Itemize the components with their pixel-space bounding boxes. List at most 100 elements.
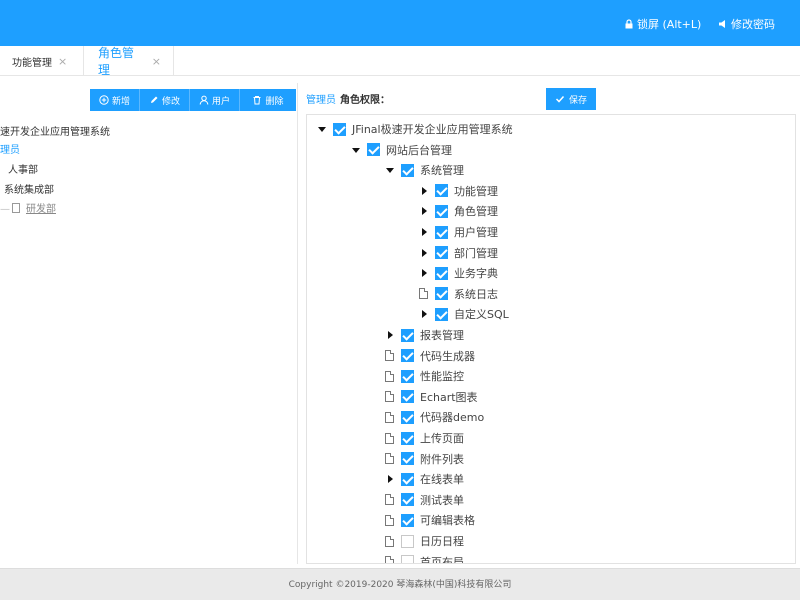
caret-right-icon[interactable] xyxy=(419,186,429,196)
tree-checkbox[interactable] xyxy=(401,555,414,563)
tree-checkbox[interactable] xyxy=(401,328,414,342)
tree-node-label: 日历日程 xyxy=(420,535,464,548)
caret-down-icon[interactable] xyxy=(351,145,361,155)
caret-right-icon[interactable] xyxy=(419,268,429,278)
tree-checkbox[interactable] xyxy=(401,349,414,363)
tree-node[interactable]: 在线表单 xyxy=(385,471,464,487)
tree-checkbox[interactable] xyxy=(401,534,414,548)
change-password-button[interactable]: 修改密码 xyxy=(718,16,775,32)
tree-node[interactable]: 附件列表 xyxy=(385,451,464,467)
pencil-icon xyxy=(150,96,158,103)
tree-node[interactable]: 部门管理 xyxy=(419,245,498,261)
caret-down-icon[interactable] xyxy=(385,165,395,175)
check-icon xyxy=(555,95,565,103)
caret-right-icon[interactable] xyxy=(419,206,429,216)
lock-screen-label: 锁屏 (Alt+L) xyxy=(637,18,702,31)
file-icon xyxy=(12,203,20,213)
caret-right-icon[interactable] xyxy=(385,330,395,340)
tree-node[interactable]: 代码器demo xyxy=(385,409,484,425)
tree-checkbox[interactable] xyxy=(401,452,414,466)
tree-checkbox[interactable] xyxy=(401,390,414,404)
tree-node-hr[interactable]: 人事部 xyxy=(8,161,38,176)
tree-node-label: 上传页面 xyxy=(420,432,464,445)
tab-role-management[interactable]: 角色管理 × xyxy=(86,46,174,77)
tree-node-admin[interactable]: 理员 xyxy=(0,141,20,156)
tree-checkbox[interactable] xyxy=(401,472,414,486)
role-name: 管理员 xyxy=(306,95,336,106)
close-icon[interactable]: × xyxy=(152,55,161,68)
tree-checkbox[interactable] xyxy=(435,225,448,239)
tree-checkbox[interactable] xyxy=(401,513,414,527)
caret-right-icon[interactable] xyxy=(419,309,429,319)
tree-checkbox[interactable] xyxy=(435,204,448,218)
tree-checkbox[interactable] xyxy=(401,493,414,507)
tree-node-label: 网站后台管理 xyxy=(386,143,452,157)
tree-node-integration[interactable]: 系统集成部 xyxy=(4,181,54,196)
file-icon xyxy=(385,453,394,465)
edit-label: 修改 xyxy=(161,96,180,107)
tree-checkbox[interactable] xyxy=(435,246,448,260)
top-header: 锁屏 (Alt+L) 修改密码 xyxy=(0,0,800,46)
tree-node[interactable]: 系统管理 xyxy=(385,162,464,178)
tree-checkbox[interactable] xyxy=(435,307,448,321)
tree-checkbox[interactable] xyxy=(401,369,414,383)
tab-function-management[interactable]: 功能管理 × xyxy=(0,46,84,76)
tree-node[interactable]: JFinal极速开发企业应用管理系统 xyxy=(317,121,513,137)
delete-button[interactable]: 删除 xyxy=(240,89,296,111)
tree-checkbox[interactable] xyxy=(435,184,448,198)
tree-node[interactable]: 系统日志 xyxy=(419,286,498,302)
edit-button[interactable]: 修改 xyxy=(140,89,190,111)
file-icon xyxy=(419,288,428,300)
tree-node[interactable]: 性能监控 xyxy=(385,368,464,384)
tree-node[interactable]: 日历日程 xyxy=(385,533,464,549)
save-label: 保存 xyxy=(568,95,587,106)
tree-node-label: 自定义SQL xyxy=(454,308,509,322)
delete-label: 删除 xyxy=(265,96,284,107)
tree-node[interactable]: Echart图表 xyxy=(385,389,478,405)
file-icon xyxy=(385,370,394,382)
tree-node[interactable]: 角色管理 xyxy=(419,203,498,219)
tree-node[interactable]: 用户管理 xyxy=(419,224,498,240)
tree-node[interactable]: 代码生成器 xyxy=(385,348,475,364)
tree-checkbox[interactable] xyxy=(333,122,346,136)
tree-node[interactable]: 功能管理 xyxy=(419,183,498,199)
tree-checkbox[interactable] xyxy=(435,287,448,301)
role-tree-panel: 新增 修改 用户 删除 速开发企业应用管理系统 理员 人事部 系统集成部 — 研发… xyxy=(0,83,298,564)
tree-node[interactable]: 业务字典 xyxy=(419,265,498,281)
tree-node-rd[interactable]: — 研发部 xyxy=(0,200,56,215)
close-icon[interactable]: × xyxy=(58,55,67,68)
user-button[interactable]: 用户 xyxy=(190,89,240,111)
tree-node[interactable]: 自定义SQL xyxy=(419,306,509,322)
file-icon xyxy=(385,391,394,403)
tree-node[interactable]: 可编辑表格 xyxy=(385,512,475,528)
caret-right-icon[interactable] xyxy=(385,474,395,484)
add-button[interactable]: 新增 xyxy=(90,89,140,111)
tree-node[interactable]: 上传页面 xyxy=(385,430,464,446)
copyright-text: Copyright ©2019-2020 琴海森林(中国)科技有限公司 xyxy=(288,580,512,590)
tree-checkbox[interactable] xyxy=(435,266,448,280)
tree-checkbox[interactable] xyxy=(401,410,414,424)
trash-icon xyxy=(253,96,261,105)
tree-node[interactable]: 测试表单 xyxy=(385,492,464,508)
speaker-icon xyxy=(719,20,725,28)
tree-node[interactable]: 网站后台管理 xyxy=(351,142,452,158)
tree-node[interactable]: 首页布局 xyxy=(385,554,464,563)
caret-down-icon[interactable] xyxy=(317,124,327,134)
lock-screen-button[interactable]: 锁屏 (Alt+L) xyxy=(624,16,701,32)
tree-node[interactable]: 报表管理 xyxy=(385,327,464,343)
tab-bar: 功能管理 × 角色管理 × xyxy=(0,46,800,77)
tree-node-label: 研发部 xyxy=(26,204,56,215)
tree-checkbox[interactable] xyxy=(367,143,380,157)
permission-tree[interactable]: JFinal极速开发企业应用管理系统网站后台管理 系统管理功能管理角色管理用户管理… xyxy=(306,114,796,564)
footer: Copyright ©2019-2020 琴海森林(中国)科技有限公司 xyxy=(0,568,800,600)
caret-right-icon[interactable] xyxy=(419,227,429,237)
tree-checkbox[interactable] xyxy=(401,431,414,445)
caret-right-icon[interactable] xyxy=(419,248,429,258)
change-password-label: 修改密码 xyxy=(731,18,775,31)
tab-label: 角色管理 xyxy=(98,46,135,77)
tree-checkbox[interactable] xyxy=(401,163,414,177)
save-button[interactable]: 保存 xyxy=(546,88,596,110)
tree-node-label: 附件列表 xyxy=(420,452,464,466)
tree-node-root[interactable]: 速开发企业应用管理系统 xyxy=(0,123,110,138)
permission-panel: 管理员 角色权限： 保存 JFinal极速开发企业应用管理系统 网站后台管理 系统管理… xyxy=(300,83,800,564)
